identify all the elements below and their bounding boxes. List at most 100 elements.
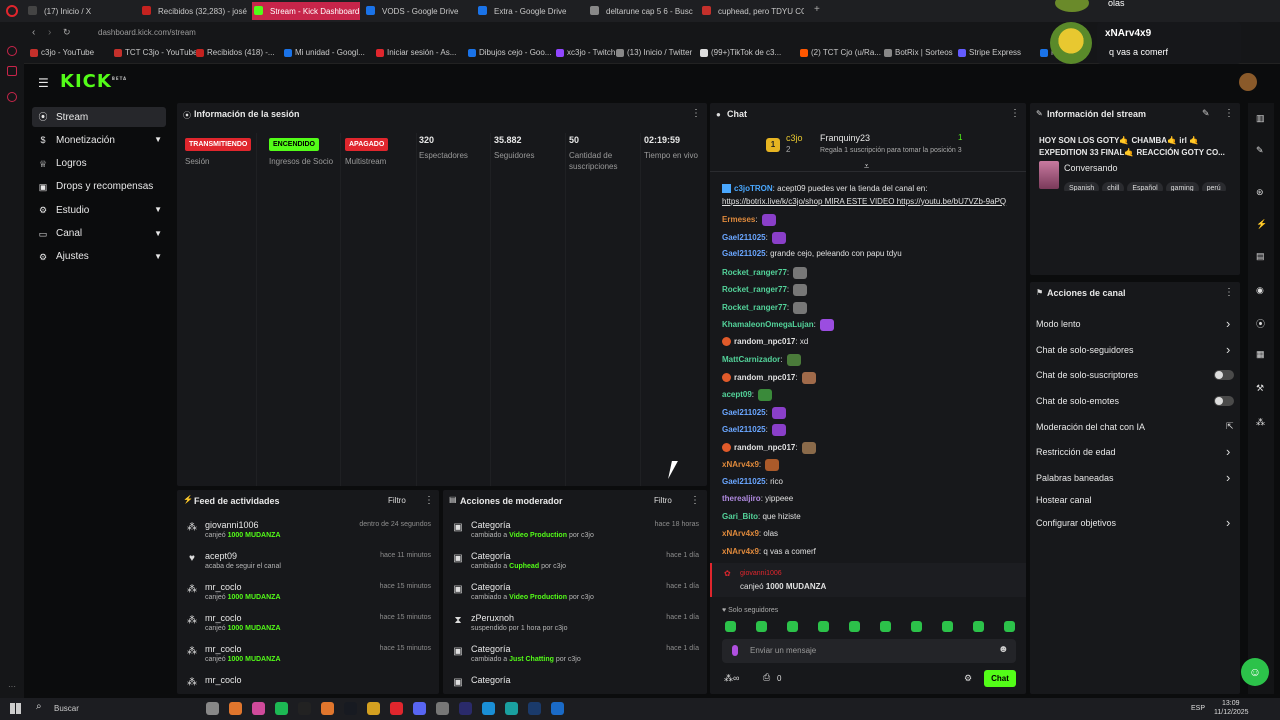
list-item[interactable]: ▣ Categoría [443, 671, 707, 694]
sidebar-icon-1[interactable] [7, 46, 17, 56]
stream-tag[interactable]: chill [1102, 182, 1125, 191]
chat-username[interactable]: Rocket_ranger77 [722, 303, 787, 312]
rail-doc-icon[interactable]: ▤ [1256, 251, 1265, 262]
browser-tab[interactable]: deltarune cap 5 6 - Busc [588, 2, 696, 20]
bookmark-item[interactable]: BotRix | Sorteos [884, 48, 953, 57]
channel-action-5[interactable]: Moderación del chat con IA ⇱ [1030, 418, 1240, 438]
feed-filter-button[interactable]: Filtro [388, 496, 406, 505]
chat-message[interactable]: Rocket_ranger77: [722, 301, 808, 314]
stream-tag[interactable]: perú [1201, 182, 1226, 191]
chat-menu-icon[interactable]: ⋮ [1010, 108, 1020, 119]
opera-logo-icon[interactable] [6, 5, 18, 17]
toggle-switch[interactable] [1214, 370, 1234, 380]
taskbar-app-icon[interactable] [528, 702, 541, 715]
stream-info-menu-icon[interactable]: ⋮ [1224, 108, 1234, 119]
chat-message[interactable]: Gael211025: [722, 231, 787, 244]
list-item[interactable]: ⁂ mr_coclo canjeó 1000 MUDANZA hace 15 minu… [177, 609, 439, 640]
chat-message[interactable]: Gael211025: [722, 406, 787, 419]
session-menu-icon[interactable]: ⋮ [691, 108, 701, 119]
browser-tab[interactable]: (17) Inicio / X [26, 2, 134, 20]
rail-broadcast-icon[interactable]: ⦿ [1256, 317, 1265, 330]
chat-message[interactable]: KhamaleonOmegaLujan: [722, 319, 835, 331]
chat-message[interactable]: Rocket_ranger77: [722, 266, 808, 279]
emote-picker-icon[interactable] [756, 621, 767, 632]
browser-tab[interactable]: Stream - Kick Dashboard [252, 2, 360, 20]
bookmark-item[interactable]: c3jo - YouTube [30, 48, 94, 57]
emote-picker-icon[interactable] [818, 621, 829, 632]
list-item[interactable]: ♥ acept09 acaba de seguir el canal hace 11… [177, 547, 439, 578]
sidebar-item-estudio[interactable]: ⚙ Estudio ▼ [32, 200, 166, 220]
rail-book-icon[interactable]: ▥ [1256, 113, 1265, 124]
channel-actions-menu-icon[interactable]: ⋮ [1224, 287, 1234, 298]
mod-filter-button[interactable]: Filtro [654, 496, 672, 505]
send-chat-button[interactable]: Chat [984, 670, 1016, 687]
chat-username[interactable]: acept09 [722, 390, 752, 399]
stream-tag[interactable]: Spanish [1064, 182, 1100, 191]
emote-picker-icon[interactable] [911, 621, 922, 632]
emote-picker-icon[interactable] [787, 621, 798, 632]
mod-menu-icon[interactable]: ⋮ [690, 495, 700, 506]
channel-action-7[interactable]: Palabras baneadas › [1030, 469, 1240, 489]
rail-list-icon[interactable]: ▦ [1256, 349, 1265, 360]
chat-username[interactable]: KhamaleonOmegaLujan [722, 320, 814, 329]
sidebar-item-ajustes[interactable]: ⚙ Ajustes ▼ [32, 247, 166, 267]
bookmark-item[interactable]: Stripe Express [958, 48, 1021, 57]
sidebar-item-logros[interactable]: ♕ Logros [32, 154, 166, 174]
taskbar-app-icon[interactable] [344, 702, 357, 715]
taskbar-app-icon[interactable] [229, 702, 242, 715]
new-tab-button[interactable]: + [814, 4, 820, 15]
chat-message[interactable]: Gael211025: grande cejo, peleando con pa… [722, 249, 902, 258]
taskbar-lang[interactable]: ESP [1191, 705, 1205, 712]
taskbar-app-icon[interactable] [436, 702, 449, 715]
emote-picker-icon[interactable] [725, 621, 736, 632]
channel-action-4[interactable]: Chat de solo-emotes [1030, 392, 1240, 412]
chat-message[interactable]: c3joTRON: acept09 puedes ver la tienda d… [722, 184, 927, 194]
browser-tab[interactable]: cuphead, pero TDYU CO [700, 2, 804, 20]
emote-picker-icon[interactable] [942, 621, 953, 632]
rail-bolt-icon[interactable]: ⚡ [1256, 219, 1267, 230]
taskbar-app-icon[interactable] [275, 702, 288, 715]
taskbar-date[interactable]: 11/12/2025 [1214, 709, 1249, 716]
rail-chat-icon[interactable]: ◉ [1256, 285, 1264, 296]
forward-icon[interactable]: › [48, 27, 51, 38]
bookmark-item[interactable]: xc3jo - Twitch [556, 48, 615, 57]
list-item[interactable]: ⁂ giovanni1006 canjeó 1000 MUDANZA dentro d… [177, 516, 439, 547]
user-avatar[interactable] [1239, 73, 1257, 91]
chat-message[interactable]: Gael211025: [722, 424, 787, 436]
list-item[interactable]: ▣ Categoría cambiado a Cuphead por c3jo hac… [443, 547, 707, 578]
chat-message[interactable]: MattCarnizador: [722, 354, 801, 366]
chat-username[interactable]: Gael211025 [722, 425, 766, 434]
sidebar-item-monetizaci-n[interactable]: $ Monetización ▼ [32, 130, 166, 150]
chat-username[interactable]: xNArv4x9 [722, 529, 759, 538]
channel-action-6[interactable]: Restricción de edad › [1030, 443, 1240, 463]
list-item[interactable]: ⁂ mr_coclo [177, 671, 439, 694]
bookmark-item[interactable]: (2) TCT Cjo (u/Ra... [800, 48, 881, 57]
taskbar-app-icon[interactable] [505, 702, 518, 715]
chat-username[interactable]: therealjiro [722, 494, 761, 503]
chat-username[interactable]: Ermeses [722, 215, 755, 224]
taskbar-app-icon[interactable] [206, 702, 219, 715]
bookmark-item[interactable]: (13) Inicio / Twitter [616, 48, 692, 57]
emote-picker-icon[interactable] [880, 621, 891, 632]
browser-tab[interactable]: VODS - Google Drive [364, 2, 472, 20]
browser-tab[interactable]: Extra - Google Drive [476, 2, 584, 20]
taskbar-app-icon[interactable] [321, 702, 334, 715]
chat-username[interactable]: Rocket_ranger77 [722, 285, 787, 294]
stream-tag[interactable]: gaming [1165, 182, 1199, 191]
feed-menu-icon[interactable]: ⋮ [424, 495, 434, 506]
list-item[interactable]: ⁂ mr_coclo canjeó 1000 MUDANZA hace 15 minu… [177, 578, 439, 609]
bookmark-item[interactable]: Recibidos (418) -... [196, 48, 275, 57]
support-button[interactable]: ☺ [1241, 658, 1269, 686]
list-item[interactable]: ▣ Categoría cambiado a Video Production po… [443, 516, 707, 547]
taskbar-app-icon[interactable] [367, 702, 380, 715]
edit-stream-icon[interactable]: ✎ [1202, 108, 1210, 119]
chat-input[interactable]: Enviar un mensaje ☻ [722, 639, 1016, 663]
reload-icon[interactable]: ↻ [63, 27, 71, 38]
chat-username[interactable]: Rocket_ranger77 [722, 268, 787, 277]
emoji-icon[interactable]: ☻ [998, 644, 1009, 655]
sidebar-icon-2[interactable] [7, 66, 17, 76]
chat-username[interactable]: Gael211025 [722, 408, 766, 417]
chat-username[interactable]: random_npc017 [734, 337, 795, 346]
category-name[interactable]: Conversando [1064, 163, 1118, 173]
channel-action-3[interactable]: Chat de solo-suscriptores [1030, 366, 1240, 386]
